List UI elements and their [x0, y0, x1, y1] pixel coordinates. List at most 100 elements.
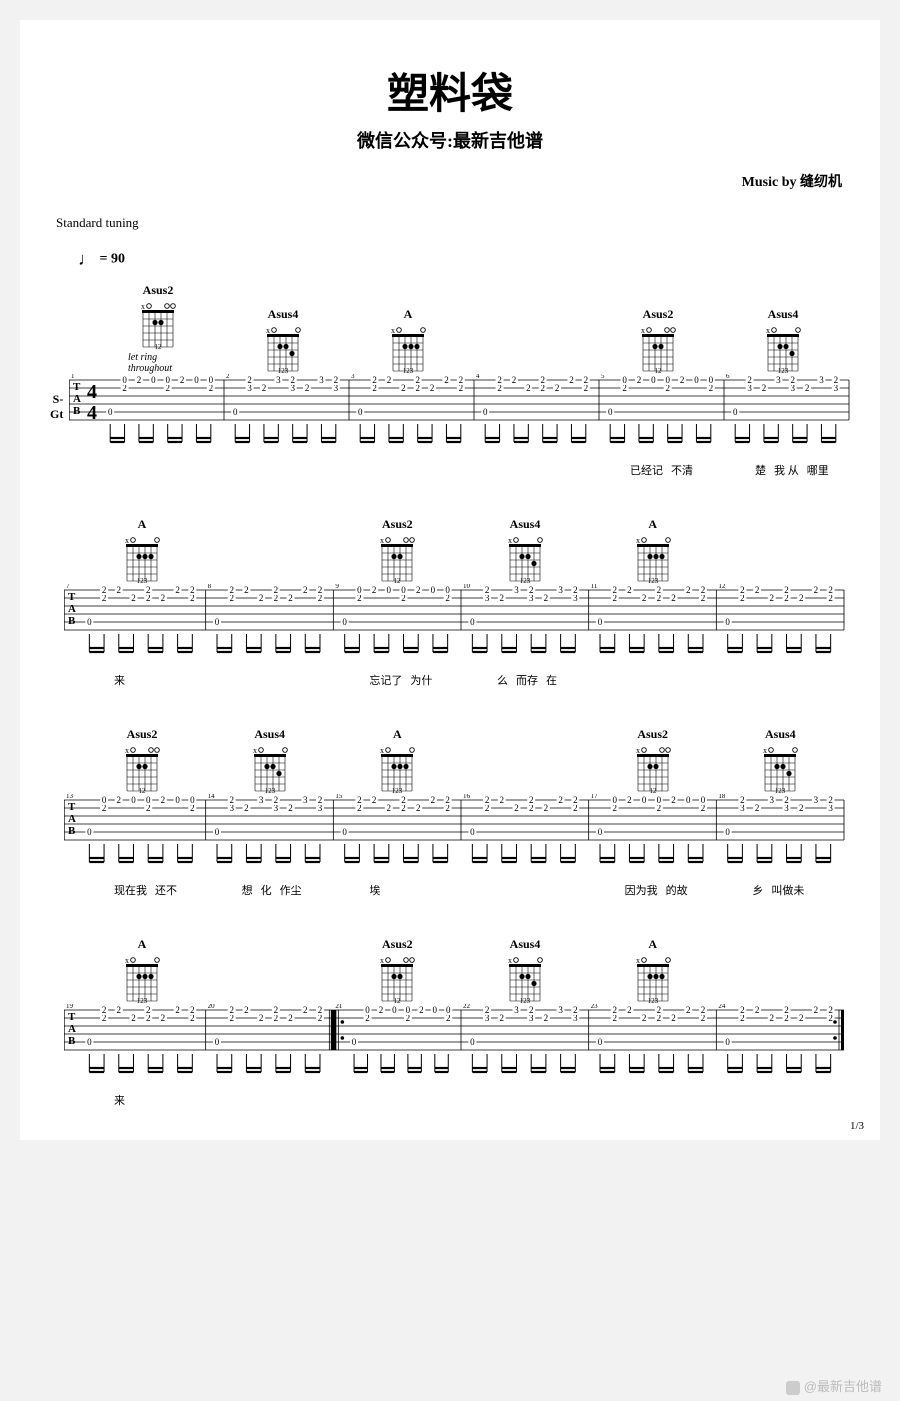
svg-text:0: 0 [470, 827, 475, 837]
svg-text:0: 0 [358, 407, 363, 417]
svg-text:0: 0 [123, 375, 128, 385]
svg-text:2: 2 [799, 593, 804, 603]
svg-text:3: 3 [259, 795, 264, 805]
svg-text:14: 14 [208, 794, 216, 800]
lyric-fragment: 想化作尘 [242, 882, 310, 898]
svg-text:B: B [68, 825, 76, 837]
svg-text:0: 0 [483, 407, 488, 417]
tab-system: Asus2x12let ring throughoutAsus4x123Ax12… [50, 288, 850, 480]
svg-text:x: x [253, 746, 257, 755]
svg-text:2: 2 [498, 375, 503, 385]
svg-text:2: 2 [262, 383, 267, 393]
svg-text:0: 0 [131, 795, 136, 805]
svg-text:7: 7 [66, 584, 70, 590]
svg-text:2: 2 [175, 1005, 180, 1015]
svg-text:0: 0 [470, 617, 475, 627]
chord-diagram: Asus2x12 [367, 517, 427, 584]
svg-text:6: 6 [726, 374, 730, 380]
svg-text:15: 15 [335, 794, 343, 800]
svg-text:4: 4 [476, 374, 480, 380]
chord-name: A [138, 937, 147, 952]
svg-text:2: 2 [657, 585, 662, 595]
chord-diagram: Ax123 [378, 307, 438, 374]
svg-text:2: 2 [627, 1005, 632, 1015]
svg-text:2: 2 [117, 1005, 122, 1015]
chord-name: Asus4 [510, 937, 541, 952]
svg-text:2: 2 [431, 795, 436, 805]
svg-text:123: 123 [520, 577, 531, 584]
svg-text:18: 18 [718, 794, 726, 800]
svg-text:2: 2 [430, 383, 435, 393]
sheet-page: 塑料袋 微信公众号:最新吉他谱 Music by 缝纫机 Standard tu… [20, 20, 880, 1140]
svg-text:0: 0 [175, 795, 180, 805]
chord-name: A [648, 937, 657, 952]
svg-text:2: 2 [401, 383, 406, 393]
svg-text:2: 2 [799, 1013, 804, 1023]
svg-text:3: 3 [820, 375, 825, 385]
svg-text:2: 2 [161, 1013, 166, 1023]
svg-text:123: 123 [278, 367, 289, 374]
svg-text:2: 2 [229, 585, 234, 595]
svg-text:2: 2 [755, 803, 760, 813]
svg-text:3: 3 [558, 585, 563, 595]
chord-name: Asus2 [643, 307, 674, 322]
chord-name: Asus2 [127, 727, 158, 742]
svg-text:2: 2 [117, 795, 122, 805]
svg-text:2: 2 [612, 585, 617, 595]
svg-text:5: 5 [601, 374, 605, 380]
svg-text:2: 2 [770, 1013, 775, 1023]
svg-text:2: 2 [180, 375, 185, 385]
svg-text:3: 3 [351, 374, 355, 380]
instrument-label [50, 794, 64, 812]
svg-text:0: 0 [146, 795, 151, 805]
page-number: 1/3 [850, 1120, 864, 1132]
svg-text:0: 0 [686, 795, 691, 805]
svg-text:3: 3 [514, 1005, 519, 1015]
svg-text:x: x [391, 326, 395, 335]
svg-text:2: 2 [627, 795, 632, 805]
svg-text:2: 2 [288, 803, 293, 813]
tab-staff: 13TAB02020202020140322332233215022222222… [50, 794, 850, 880]
svg-text:2: 2 [318, 585, 323, 595]
svg-text:2: 2 [485, 1005, 490, 1015]
svg-text:2: 2 [529, 585, 534, 595]
tab-staff: 7TAB022222222228022222222229020202020201… [50, 584, 850, 670]
svg-text:12: 12 [155, 343, 163, 350]
svg-text:2: 2 [514, 803, 519, 813]
svg-text:0: 0 [725, 617, 730, 627]
svg-text:2: 2 [627, 585, 632, 595]
svg-text:2: 2 [274, 585, 279, 595]
svg-text:0: 0 [608, 407, 613, 417]
svg-text:2: 2 [500, 795, 505, 805]
svg-text:0: 0 [87, 617, 92, 627]
svg-text:x: x [636, 536, 640, 545]
lyric-fragment: 乡叫做未 [752, 882, 812, 898]
lyric-row: 已经记不清楚我 从哪里 [50, 462, 850, 480]
svg-text:2: 2 [828, 1005, 833, 1015]
svg-text:3: 3 [814, 795, 819, 805]
lyric-fragment: 现在我还不 [114, 882, 185, 898]
svg-text:19: 19 [66, 1004, 74, 1010]
svg-text:16: 16 [463, 794, 471, 800]
chord-diagram: Asus4x123 [240, 727, 300, 794]
svg-text:2: 2 [416, 585, 421, 595]
svg-text:3: 3 [776, 375, 781, 385]
svg-text:2: 2 [529, 795, 534, 805]
svg-text:2: 2 [305, 383, 310, 393]
chord-diagram: Asus4x123 [495, 517, 555, 584]
svg-text:x: x [125, 536, 129, 545]
svg-text:2: 2 [558, 795, 563, 805]
svg-text:13: 13 [66, 794, 74, 800]
song-subtitle: 微信公众号:最新吉他谱 [50, 127, 850, 153]
chord-name: A [138, 517, 147, 532]
svg-text:2: 2 [229, 795, 234, 805]
lyric-fragment: 因为我的故 [625, 882, 696, 898]
instrument-label: S-Gt [50, 374, 69, 422]
svg-text:0: 0 [657, 795, 662, 805]
svg-text:0: 0 [433, 1005, 438, 1015]
tab-system: Asus2x12Asus4x123Ax123Asus2x12Asus4x1231… [50, 708, 850, 900]
svg-text:2: 2 [686, 585, 691, 595]
svg-text:2: 2 [512, 375, 517, 385]
svg-text:2: 2 [500, 1013, 505, 1023]
svg-text:0: 0 [709, 375, 714, 385]
